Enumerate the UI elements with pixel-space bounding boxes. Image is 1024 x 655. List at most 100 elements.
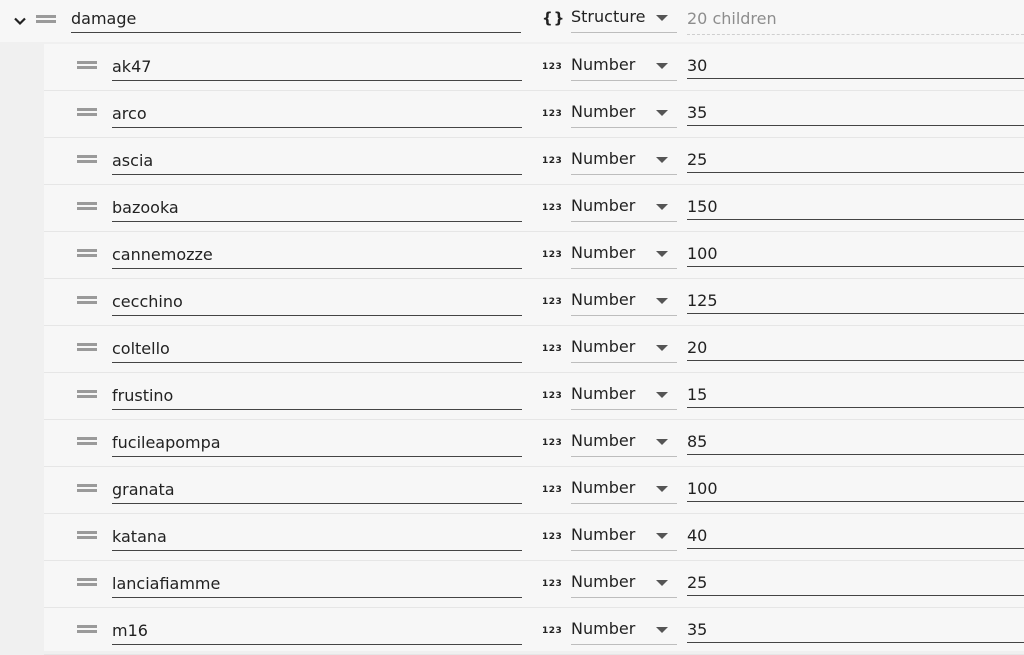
child-name-field[interactable]: fucileapompa (112, 428, 522, 457)
caret-down-icon (656, 298, 668, 304)
child-type-select[interactable]: Number (571, 475, 677, 504)
type-select-label: Number (571, 572, 636, 591)
child-name-field[interactable]: frustino (112, 381, 522, 410)
caret-down-icon (656, 533, 668, 539)
child-row: coltello 123 Number 20 (44, 326, 1024, 373)
chevron-down-icon[interactable] (13, 13, 27, 27)
child-name-field[interactable]: coltello (112, 334, 522, 363)
caret-down-icon (656, 157, 668, 163)
caret-down-icon (656, 63, 668, 69)
child-row: lanciafiamme 123 Number 25 (44, 561, 1024, 608)
child-type-select[interactable]: Number (571, 240, 677, 269)
drag-handle-icon[interactable] (36, 13, 56, 25)
child-value-field[interactable]: 25 (687, 567, 1024, 596)
type-select-label: Number (571, 384, 636, 403)
child-name-field[interactable]: cecchino (112, 287, 522, 316)
child-value-field[interactable]: 100 (687, 238, 1024, 267)
child-value-field[interactable]: 85 (687, 426, 1024, 455)
drag-handle-icon[interactable] (77, 294, 97, 306)
child-value-field[interactable]: 35 (687, 614, 1024, 643)
type-select-label: Number (571, 102, 636, 121)
child-type-select[interactable]: Number (571, 428, 677, 457)
type-select-label: Number (571, 619, 636, 638)
child-row: frustino 123 Number 15 (44, 373, 1024, 420)
child-type-select[interactable]: Number (571, 193, 677, 222)
number-type-icon: 123 (542, 344, 563, 354)
caret-down-icon (656, 439, 668, 445)
child-row: katana 123 Number 40 (44, 514, 1024, 561)
caret-down-icon (656, 486, 668, 492)
child-name-field[interactable]: ak47 (112, 52, 522, 81)
child-row: bazooka 123 Number 150 (44, 185, 1024, 232)
child-value-field[interactable]: 30 (687, 50, 1024, 79)
child-row: granata 123 Number 100 (44, 467, 1024, 514)
number-type-icon: 123 (542, 109, 563, 119)
number-type-icon: 123 (542, 485, 563, 495)
type-select-label: Number (571, 431, 636, 450)
drag-handle-icon[interactable] (77, 153, 97, 165)
child-type-select[interactable]: Number (571, 52, 677, 81)
child-type-select[interactable]: Number (571, 334, 677, 363)
child-row: fucileapompa 123 Number 85 (44, 420, 1024, 467)
child-row: cecchino 123 Number 125 (44, 279, 1024, 326)
drag-handle-icon[interactable] (77, 623, 97, 635)
child-name-field[interactable]: m16 (112, 616, 522, 645)
number-type-icon: 123 (542, 579, 563, 589)
structure-type-icon: {} (542, 9, 566, 27)
parent-name-field[interactable]: damage (71, 4, 521, 33)
number-type-icon: 123 (542, 62, 563, 72)
child-type-select[interactable]: Number (571, 616, 677, 645)
drag-handle-icon[interactable] (77, 200, 97, 212)
caret-down-icon (656, 15, 668, 21)
child-name-field[interactable]: ascia (112, 146, 522, 175)
child-name-field[interactable]: katana (112, 522, 522, 551)
drag-handle-icon[interactable] (77, 435, 97, 447)
child-value-field[interactable]: 20 (687, 332, 1024, 361)
number-type-icon: 123 (542, 156, 563, 166)
child-value-field[interactable]: 125 (687, 285, 1024, 314)
drag-handle-icon[interactable] (77, 106, 97, 118)
children-list: ak47 123 Number 30 arco 123 Number 35 ascia 123 Nu… (44, 44, 1024, 655)
child-name-field[interactable]: arco (112, 99, 522, 128)
structure-tree: damage {} Structure 20 children ak47 123 N… (0, 0, 1024, 655)
type-select-label: Number (571, 149, 636, 168)
caret-down-icon (656, 392, 668, 398)
child-value-field[interactable]: 15 (687, 379, 1024, 408)
drag-handle-icon[interactable] (77, 529, 97, 541)
child-value-field[interactable]: 35 (687, 97, 1024, 126)
child-row: ascia 123 Number 25 (44, 138, 1024, 185)
drag-handle-icon[interactable] (77, 247, 97, 259)
child-type-select[interactable]: Number (571, 146, 677, 175)
drag-handle-icon[interactable] (77, 482, 97, 494)
drag-handle-icon[interactable] (77, 341, 97, 353)
child-value-field[interactable]: 150 (687, 191, 1024, 220)
caret-down-icon (656, 204, 668, 210)
type-select-label: Number (571, 478, 636, 497)
child-name-field[interactable]: granata (112, 475, 522, 504)
child-type-select[interactable]: Number (571, 381, 677, 410)
child-value-field[interactable]: 100 (687, 473, 1024, 502)
child-type-select[interactable]: Number (571, 287, 677, 316)
number-type-icon: 123 (542, 626, 563, 636)
number-type-icon: 123 (542, 250, 563, 260)
child-name-field[interactable]: bazooka (112, 193, 522, 222)
child-name-field[interactable]: lanciafiamme (112, 569, 522, 598)
child-type-select[interactable]: Number (571, 569, 677, 598)
type-select-label: Number (571, 55, 636, 74)
child-value-field[interactable]: 25 (687, 144, 1024, 173)
child-value-field[interactable]: 40 (687, 520, 1024, 549)
child-type-select[interactable]: Number (571, 522, 677, 551)
children-count: 20 children (687, 6, 1024, 35)
type-select-label: Number (571, 290, 636, 309)
drag-handle-icon[interactable] (77, 576, 97, 588)
child-type-select[interactable]: Number (571, 99, 677, 128)
type-select-label: Structure (571, 7, 646, 26)
child-name-field[interactable]: cannemozze (112, 240, 522, 269)
drag-handle-icon[interactable] (77, 388, 97, 400)
drag-handle-icon[interactable] (77, 59, 97, 71)
number-type-icon: 123 (542, 203, 563, 213)
type-select-label: Number (571, 525, 636, 544)
type-select-label: Number (571, 337, 636, 356)
caret-down-icon (656, 627, 668, 633)
parent-type-select[interactable]: Structure (571, 4, 677, 33)
